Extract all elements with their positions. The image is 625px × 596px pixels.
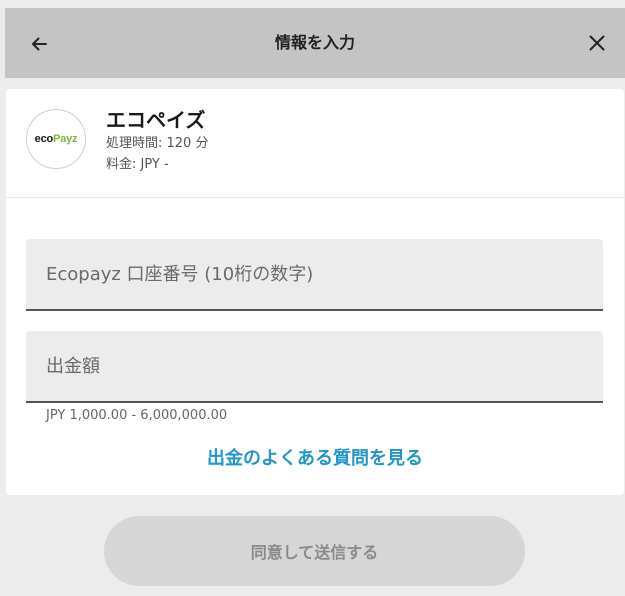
faq-link[interactable]: 出金のよくある質問を見る xyxy=(6,446,624,472)
close-button[interactable] xyxy=(583,29,611,57)
account-number-field xyxy=(26,239,603,311)
logo-wordmark: ecoPayz xyxy=(34,133,78,145)
ecopayz-logo: ecoPayz xyxy=(26,109,86,169)
page-title: 情報を入力 xyxy=(274,33,355,52)
header-bar: 情報を入力 xyxy=(5,8,625,78)
processing-time: 処理時間: 120 分 xyxy=(106,136,209,151)
amount-input[interactable] xyxy=(26,331,603,401)
amount-range-hint: JPY 1,000.00 - 6,000,000.00 xyxy=(46,408,228,423)
close-icon xyxy=(589,35,605,51)
form-card: ecoPayz エコペイズ 処理時間: 120 分 料金: JPY - JPY … xyxy=(6,89,624,495)
withdrawal-form-page: 情報を入力 ecoPayz エコペイズ 処理時間: 120 分 料金: JPY … xyxy=(0,0,625,596)
submit-button[interactable]: 同意して送信する xyxy=(104,516,525,586)
amount-field xyxy=(26,331,603,403)
method-name: エコペイズ xyxy=(106,108,206,132)
fee-info: 料金: JPY - xyxy=(106,157,169,172)
account-number-input[interactable] xyxy=(26,239,603,309)
payment-method-summary: ecoPayz エコペイズ 処理時間: 120 分 料金: JPY - xyxy=(6,89,624,198)
